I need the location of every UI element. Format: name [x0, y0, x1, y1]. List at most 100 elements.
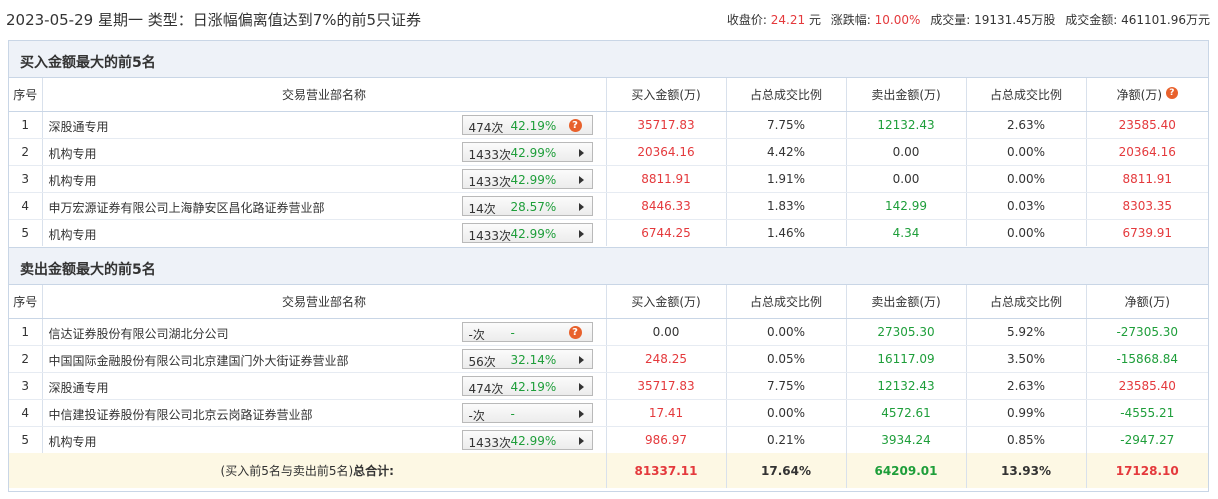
rank-cell: 2 — [9, 138, 43, 166]
broker-history-button[interactable]: 1433次 42.99% — [461, 222, 593, 243]
table-row: 1 信达证券股份有限公司湖北分公司 -次 -? 0.00 0.00% 27305.30 5.9… — [9, 318, 1208, 346]
arrow-right-icon[interactable] — [578, 148, 584, 157]
sell-amount-cell: 4.34 — [846, 219, 967, 246]
broker-count: 474次 — [468, 120, 504, 135]
net-amount-cell: -27305.30 — [1086, 318, 1208, 346]
question-icon[interactable]: ? — [1165, 86, 1178, 99]
buy-amount-cell: 248.25 — [606, 345, 727, 373]
broker-name-link[interactable]: 申万宏源证券有限公司上海静安区昌化路证券营业部 — [49, 199, 325, 216]
sell-amount-cell: 0.00 — [846, 138, 967, 166]
arrow-right-icon[interactable] — [578, 229, 584, 238]
sell-ratio-cell: 0.00% — [966, 165, 1087, 193]
buy-section-header: 买入金额最大的前5名 — [9, 41, 1208, 78]
buy-amount-cell: 986.97 — [606, 426, 727, 453]
table-row: 4 申万宏源证券有限公司上海静安区昌化路证券营业部 14次 28.57% 8446.33… — [9, 192, 1208, 220]
broker-history-button[interactable]: 1433次 42.99% — [461, 141, 593, 162]
arrow-right-icon[interactable] — [578, 382, 584, 391]
arrow-right-icon[interactable] — [578, 175, 584, 184]
broker-name-link[interactable]: 中信建投证券股份有限公司北京云岗路证券营业部 — [49, 406, 313, 423]
arrow-right-icon[interactable] — [578, 355, 584, 364]
close-price-value: 24.21 — [770, 13, 806, 27]
net-amount-cell: 8303.35 — [1086, 192, 1208, 220]
table-row: 5 机构专用 1433次 42.99% 6744.25 1.46% 4.34 0.00% 673… — [9, 219, 1208, 246]
table-row: 4 中信建投证券股份有限公司北京云岗路证券营业部 -次 - 17.41 0.00% 4572… — [9, 399, 1208, 427]
buy-section-title: 买入金额最大的前5名 — [20, 55, 156, 71]
broker-count: 1433次 — [468, 228, 512, 243]
broker-name-link[interactable]: 中国国际金融股份有限公司北京建国门外大街证券营业部 — [49, 352, 349, 369]
total-label: (买入前5名与卖出前5名)总合计: — [9, 453, 607, 488]
rank-cell: 5 — [9, 219, 43, 246]
col-name: 交易营业部名称 — [42, 78, 607, 112]
broker-name-link[interactable]: 机构专用 — [49, 433, 97, 450]
sell-ratio-cell: 0.00% — [966, 219, 1087, 246]
broker-name-link[interactable]: 信达证券股份有限公司湖北分公司 — [49, 325, 229, 342]
change-label: 涨跌幅: — [830, 13, 871, 27]
broker-win-rate: 42.99% — [510, 226, 557, 241]
net-amount-cell: -2947.27 — [1120, 432, 1175, 447]
broker-history-button[interactable]: 14次 28.57% — [461, 195, 593, 216]
broker-count: 1433次 — [468, 174, 512, 189]
broker-count: 1433次 — [468, 435, 512, 450]
arrow-right-icon[interactable] — [578, 436, 584, 445]
sell-amount-cell: 16117.09 — [846, 345, 967, 373]
sell-amount-cell: 27305.30 — [846, 318, 967, 346]
broker-name-link[interactable]: 机构专用 — [49, 172, 97, 189]
buy-ratio-cell: 0.00% — [726, 318, 847, 346]
broker-win-rate: 28.57% — [510, 199, 557, 214]
buy-amount-cell: 8446.33 — [606, 192, 727, 220]
broker-name-link[interactable]: 深股通专用 — [49, 379, 109, 396]
net-amount-cell: 20364.16 — [1086, 138, 1208, 166]
question-icon[interactable]: ? — [568, 118, 582, 132]
question-icon[interactable]: ? — [568, 325, 582, 339]
broker-history-button[interactable]: 474次 42.19%? — [461, 114, 593, 135]
name-cell: 信达证券股份有限公司湖北分公司 -次 -? — [42, 318, 607, 346]
broker-count: -次 — [468, 327, 485, 342]
table-row: 2 中国国际金融股份有限公司北京建国门外大街证券营业部 56次 32.14% 248.2… — [9, 345, 1208, 373]
broker-win-rate: 42.19% — [510, 118, 557, 133]
broker-name-link[interactable]: 机构专用 — [49, 226, 97, 243]
rank-cell: 1 — [9, 111, 43, 139]
broker-history-button[interactable]: -次 -? — [461, 321, 593, 342]
stock-stats: 收盘价: 24.21 元 涨跌幅: 10.00% 成交量: 19131.45万股… — [727, 11, 1210, 28]
broker-count: 1433次 — [468, 147, 512, 162]
col-rank: 序号 — [9, 285, 43, 319]
broker-history-button[interactable]: 1433次 42.99% — [461, 168, 593, 189]
buy-ratio-cell: 1.91% — [726, 165, 847, 193]
sell-ratio-cell: 2.63% — [966, 372, 1087, 400]
arrow-right-icon[interactable] — [578, 409, 584, 418]
net-amount-cell: 23585.40 — [1086, 372, 1208, 400]
total-sell-ratio: 13.93% — [966, 453, 1087, 488]
col-sell-ratio: 占总成交比例 — [966, 285, 1087, 319]
page-title: 2023-05-29 星期一 类型：日涨幅偏离值达到7%的前5只证券 — [6, 11, 422, 29]
broker-history-button[interactable]: 1433次 42.99% — [461, 429, 593, 450]
arrow-right-icon[interactable] — [578, 202, 584, 211]
broker-history-button[interactable]: -次 - — [461, 402, 593, 423]
broker-win-rate: 42.99% — [510, 433, 557, 448]
net-amount-cell: -15868.84 — [1086, 345, 1208, 373]
buy-table: 序号 交易营业部名称 买入金额(万) 占总成交比例 卖出金额(万) 占总成交比例… — [9, 78, 1208, 246]
name-cell: 申万宏源证券有限公司上海静安区昌化路证券营业部 14次 28.57% — [42, 192, 607, 220]
col-rank: 序号 — [9, 78, 43, 112]
buy-ratio-cell: 0.05% — [726, 345, 847, 373]
buy-ratio-cell: 4.42% — [726, 138, 847, 166]
buy-ratio-cell: 7.75% — [726, 111, 847, 139]
table-row: 1 深股通专用 474次 42.19%? 35717.83 7.75% 12132.43 2.… — [9, 111, 1208, 139]
total-label-prefix: (买入前5名与卖出前5名) — [220, 464, 354, 478]
buy-amount-cell: 20364.16 — [606, 138, 727, 166]
broker-name-link[interactable]: 机构专用 — [49, 145, 97, 162]
buy-amount-cell: 35717.83 — [606, 111, 727, 139]
buy-ratio-cell: 1.83% — [726, 192, 847, 220]
broker-win-rate: 32.14% — [510, 352, 557, 367]
broker-name-link[interactable]: 深股通专用 — [49, 118, 109, 135]
broker-history-button[interactable]: 474次 42.19% — [461, 375, 593, 396]
buy-top5-panel: 买入金额最大的前5名 序号 交易营业部名称 买入金额(万) 占总成交比例 卖出金… — [8, 40, 1209, 248]
col-buy-amount: 买入金额(万) — [606, 78, 727, 112]
broker-history-button[interactable]: 56次 32.14% — [461, 348, 593, 369]
table-row: 5 机构专用 1433次 42.99% 986.97 0.21% 3934.24 0.85% -… — [9, 426, 1208, 453]
col-net-label: 净额(万) — [1116, 87, 1163, 102]
table-row: 3 深股通专用 474次 42.19% 35717.83 7.75% 12132.43 2.6… — [9, 372, 1208, 400]
broker-win-rate: 42.99% — [510, 145, 557, 160]
sell-ratio-cell: 0.85% — [966, 426, 1087, 453]
sell-ratio-cell: 2.63% — [966, 111, 1087, 139]
net-amount-cell: 8811.91 — [1086, 165, 1208, 193]
